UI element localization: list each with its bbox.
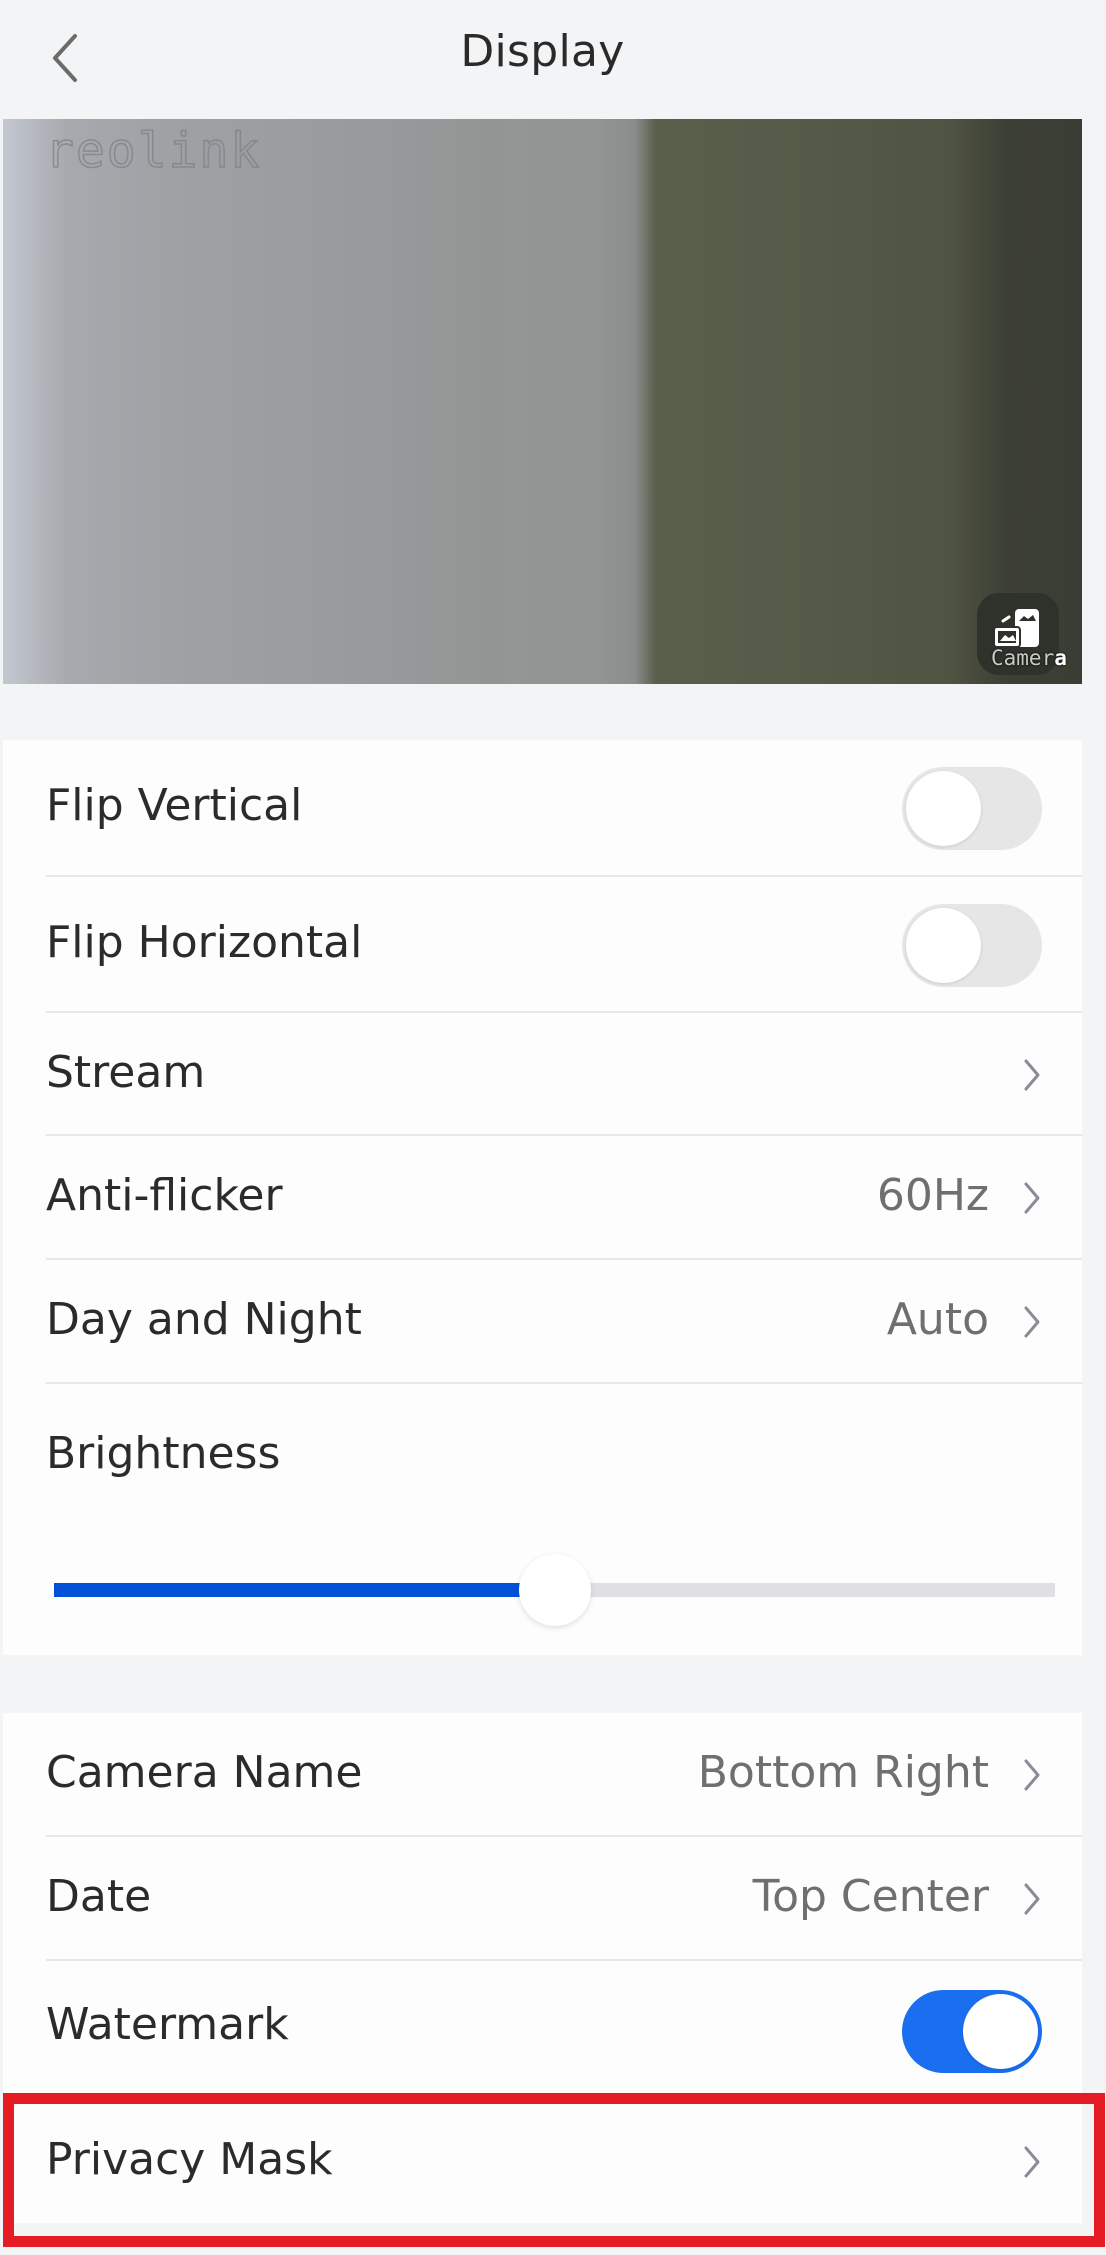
row-flip-vertical: Flip Vertical <box>3 740 1082 877</box>
chevron-right-icon <box>1024 1182 1040 1214</box>
slider-thumb[interactable] <box>518 1554 591 1626</box>
flip-vertical-label: Flip Vertical <box>46 780 303 831</box>
stream-label: Stream <box>46 1047 206 1098</box>
osd-logo-watermark: reolink <box>44 122 262 180</box>
live-video-preview[interactable]: reolink Camera <box>3 119 1082 684</box>
flip-horizontal-label: Flip Horizontal <box>46 917 363 968</box>
brightness-slider[interactable] <box>51 1550 1055 1630</box>
day-and-night-value: Auto <box>886 1294 989 1345</box>
watermark-toggle[interactable] <box>902 1990 1042 2073</box>
slider-fill <box>54 1583 555 1597</box>
day-and-night-label: Day and Night <box>46 1294 362 1345</box>
row-anti-flicker[interactable]: Anti-flicker 60Hz <box>3 1136 1082 1260</box>
row-stream[interactable]: Stream <box>3 1013 1082 1136</box>
privacy-mask-label: Privacy Mask <box>46 2134 333 2185</box>
toggle-knob <box>906 771 981 846</box>
toggle-knob <box>906 908 981 983</box>
chevron-right-icon <box>1024 1883 1040 1915</box>
row-day-and-night[interactable]: Day and Night Auto <box>3 1260 1082 1384</box>
date-label: Date <box>46 1871 152 1922</box>
flip-horizontal-toggle[interactable] <box>902 904 1042 987</box>
osd-camera-name-text: Camer <box>991 646 1055 670</box>
row-watermark: Watermark <box>3 1961 1082 2092</box>
flip-vertical-toggle[interactable] <box>902 767 1042 850</box>
osd-camera-name: Camera <box>991 646 1067 670</box>
row-flip-horizontal: Flip Horizontal <box>3 877 1082 1013</box>
row-privacy-mask[interactable]: Privacy Mask <box>3 2092 1082 2223</box>
header: Display <box>3 0 1082 119</box>
image-settings-section: Flip Vertical Flip Horizontal Stream Ant… <box>3 740 1082 1655</box>
brightness-label: Brightness <box>46 1428 281 1479</box>
anti-flicker-value: 60Hz <box>876 1170 989 1221</box>
chevron-right-icon <box>1024 1759 1040 1791</box>
display-settings-screen: Display reolink Camera Flip Vertical Fli… <box>3 0 1082 2255</box>
date-value: Top Center <box>752 1871 989 1922</box>
chevron-right-icon <box>1024 1306 1040 1338</box>
row-date[interactable]: Date Top Center <box>3 1837 1082 1961</box>
row-camera-name[interactable]: Camera Name Bottom Right <box>3 1713 1082 1837</box>
camera-name-label: Camera Name <box>46 1747 363 1798</box>
osd-settings-section: Camera Name Bottom Right Date Top Center… <box>3 1713 1082 2223</box>
anti-flicker-label: Anti-flicker <box>46 1170 283 1221</box>
watermark-label: Watermark <box>46 1999 289 2050</box>
page-title: Display <box>460 26 625 77</box>
osd-camera-name-last-char: a <box>1054 646 1067 670</box>
chevron-right-icon <box>1024 2146 1040 2178</box>
camera-name-value: Bottom Right <box>697 1747 989 1798</box>
toggle-knob <box>963 1994 1038 2069</box>
chevron-right-icon <box>1024 1059 1040 1091</box>
